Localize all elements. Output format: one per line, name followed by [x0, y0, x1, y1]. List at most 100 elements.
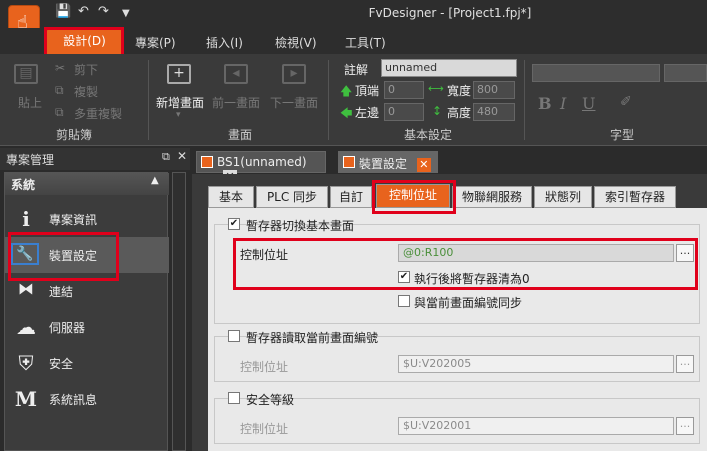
sync-screen-checkbox[interactable] [398, 295, 410, 307]
font-family-select[interactable] [532, 64, 660, 82]
cut-button[interactable]: 剪下 [74, 61, 98, 78]
height-arrows-icon: ↕ [432, 104, 443, 118]
sidebar-item-server[interactable]: ☁ 伺服器 [5, 309, 169, 345]
chevron-up-icon[interactable]: ▲ [151, 175, 159, 186]
comment-input[interactable]: unnamed [381, 59, 517, 77]
control-address-panel: ✔ 暫存器切換基本畫面 控制位址 @0:R100 ... ✔ 執行後將暫存器清為… [208, 208, 707, 451]
tab-control-address[interactable]: 控制位址 [376, 184, 450, 208]
sidebar-item-label: 裝置設定 [49, 249, 98, 263]
device-settings-content: 基本 PLC 同步 自訂 控制位址 物聯網服務 狀態列 索引暫存器 ✔ 暫存器切… [192, 174, 707, 451]
window-title: FvDesigner - [Project1.fpj*] [368, 6, 532, 20]
menu-insert[interactable]: 插入(I) [206, 34, 243, 51]
redo-icon[interactable]: ↷ [98, 4, 109, 19]
sidebar-item-label: 系統訊息 [49, 393, 98, 407]
cut-icon: ✂ [55, 61, 66, 75]
font-color-icon[interactable]: ✐ [620, 94, 632, 110]
sidebar-item-security[interactable]: ⛨ 安全 [5, 345, 169, 381]
system-list: 系統 ▲ i 專案資訊 🔧 裝置設定 ⧓ 連結 ☁ 伺服器 ⛨ 安全 M 系統訊… [4, 172, 169, 451]
tab-status-bar[interactable]: 狀態列 [534, 186, 592, 208]
paste-button[interactable]: 貼上 [18, 94, 42, 111]
width-arrows-icon: ⟷ [428, 82, 444, 95]
top-input[interactable]: 0 [384, 81, 424, 99]
tab-plc-sync[interactable]: PLC 同步 [256, 186, 328, 208]
left-input[interactable]: 0 [384, 103, 424, 121]
wrench-icon: 🔧 [11, 243, 39, 265]
paste-icon: ▤ [14, 64, 38, 84]
new-screen-icon: + [167, 64, 191, 84]
width-input[interactable]: 800 [473, 81, 515, 99]
tab-device-settings[interactable]: 裝置設定 ✕ [338, 151, 438, 173]
security-address-browse-button[interactable]: ... [676, 417, 694, 435]
sidebar-item-link[interactable]: ⧓ 連結 [5, 273, 169, 309]
switch-address-input[interactable]: @0:R100 [398, 244, 674, 262]
bold-button[interactable]: B [538, 94, 552, 113]
tab-label: 裝置設定 [359, 157, 408, 171]
sidebar-item-label: 專案資訊 [49, 213, 98, 227]
switch-screen-title: 暫存器切換基本畫面 [246, 219, 355, 233]
switch-screen-checkbox[interactable]: ✔ [228, 218, 240, 230]
prev-screen-icon: ◂ [224, 64, 248, 84]
read-address-browse-button[interactable]: ... [676, 355, 694, 373]
italic-button[interactable]: I [560, 94, 566, 113]
close-icon[interactable]: ✕ [416, 158, 431, 172]
panel-title: 專案管理 [6, 153, 55, 167]
switch-address-browse-button[interactable]: ... [676, 244, 694, 262]
multi-copy-button[interactable]: 多重複製 [74, 105, 122, 122]
tab-custom[interactable]: 自訂 [330, 186, 372, 208]
cloud-server-icon: ☁ [16, 315, 36, 339]
top-label: 頂端 [355, 84, 380, 98]
close-icon[interactable]: ✕ [177, 149, 187, 163]
height-label: 高度 [447, 106, 472, 120]
screen-group-label: 畫面 [228, 128, 253, 142]
tab-basic[interactable]: 基本 [208, 186, 254, 208]
tab-index-register[interactable]: 索引暫存器 [594, 186, 676, 208]
read-address-label: 控制位址 [240, 360, 289, 374]
font-size-select[interactable] [664, 64, 707, 82]
message-icon: M [14, 387, 38, 411]
chevron-down-icon[interactable]: ▾ [176, 110, 181, 120]
sidebar-item-device-settings[interactable]: 🔧 裝置設定 [5, 237, 169, 273]
ribbon-divider [524, 60, 525, 140]
menu-tools[interactable]: 工具(T) [345, 34, 386, 51]
switch-address-label: 控制位址 [240, 248, 289, 262]
sidebar-item-project-info[interactable]: i 專案資訊 [5, 201, 169, 237]
security-level-title: 安全等級 [246, 393, 295, 407]
multi-copy-icon: ⧉ [55, 105, 64, 119]
shield-icon: ⛨ [18, 351, 34, 375]
ribbon: ▤ 貼上 ✂ 剪下 ⧉ 複製 ⧉ 多重複製 剪貼簿 + 新增畫面 ▾ ◂ 前一畫… [0, 54, 707, 146]
next-screen-button[interactable]: 下一畫面 [270, 94, 318, 111]
ribbon-divider [328, 60, 329, 140]
category-label: 系統 [11, 178, 36, 192]
pin-icon[interactable]: ⧉ [162, 150, 170, 164]
basic-group-label: 基本設定 [404, 128, 453, 142]
ribbon-divider [148, 60, 149, 140]
sync-screen-label: 與當前畫面編號同步 [414, 296, 523, 310]
sidebar-scrollbar[interactable] [172, 172, 186, 451]
undo-icon[interactable]: ↶ [78, 4, 89, 19]
copy-icon: ⧉ [55, 83, 64, 97]
sidebar-item-system-message[interactable]: M 系統訊息 [5, 381, 169, 417]
arrow-up-icon: 🡅 [340, 84, 353, 98]
menu-view[interactable]: 檢視(V) [275, 34, 317, 51]
info-icon: i [22, 207, 30, 231]
read-screen-checkbox[interactable] [228, 330, 240, 342]
tab-label: BS1(unnamed) [217, 155, 307, 169]
read-address-input[interactable]: $U:V202005 [398, 355, 674, 373]
new-screen-button[interactable]: 新增畫面 [156, 94, 204, 111]
security-address-input[interactable]: $U:V202001 [398, 417, 674, 435]
clear-register-checkbox[interactable]: ✔ [398, 271, 410, 283]
copy-button[interactable]: 複製 [74, 83, 98, 100]
save-icon[interactable]: 💾 [55, 4, 71, 19]
font-group-label: 字型 [610, 128, 635, 142]
menu-project[interactable]: 專案(P) [135, 34, 176, 51]
prev-screen-button[interactable]: 前一畫面 [212, 94, 260, 111]
sidebar-item-label: 安全 [49, 357, 74, 371]
underline-button[interactable]: U [582, 94, 595, 113]
chevron-down-icon[interactable]: ▼ [122, 8, 130, 19]
security-level-checkbox[interactable] [228, 392, 240, 404]
menu-design[interactable]: 設計(D) [47, 28, 122, 54]
tab-bs1[interactable]: BS1(unnamed) ✕ [196, 151, 326, 184]
category-header[interactable]: 系統 ▲ [5, 173, 169, 195]
tab-iot-service[interactable]: 物聯網服務 [452, 186, 532, 208]
height-input[interactable]: 480 [473, 103, 515, 121]
